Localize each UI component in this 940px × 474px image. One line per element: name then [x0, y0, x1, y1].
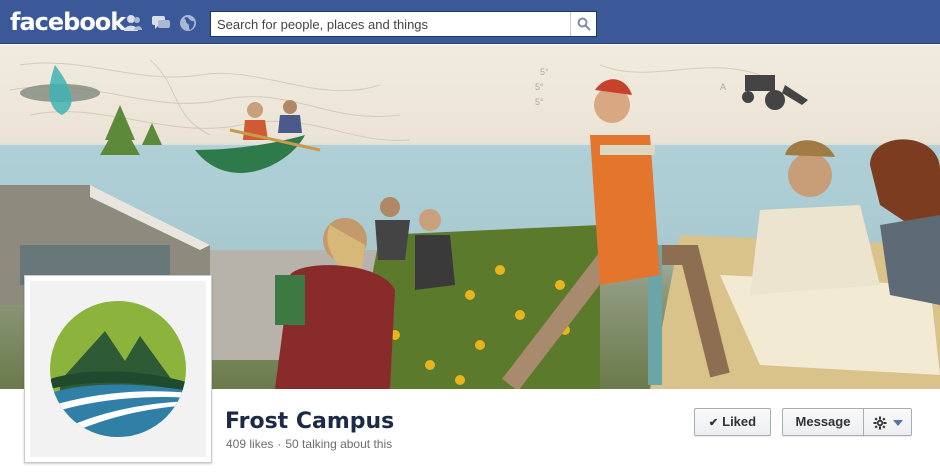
message-label: Message	[795, 414, 851, 429]
liked-label: Liked	[722, 414, 757, 429]
search-box	[210, 11, 597, 37]
gear-icon	[873, 416, 887, 430]
stats-separator: ·	[277, 437, 282, 451]
talking-about-count[interactable]: 50 talking about this	[285, 437, 392, 451]
page-stats: 409 likes · 50 talking about this	[226, 436, 392, 452]
message-button[interactable]: Message	[782, 408, 864, 436]
notifications-globe-icon[interactable]	[178, 14, 198, 32]
top-navigation-bar: facebook	[0, 0, 940, 44]
search-input[interactable]	[211, 12, 569, 36]
liked-button[interactable]: ✔ Liked	[694, 408, 771, 436]
checkmark-icon: ✔	[708, 417, 719, 429]
profile-picture[interactable]	[24, 275, 212, 463]
svg-text:5°: 5°	[535, 82, 544, 92]
facebook-logo[interactable]: facebook	[10, 8, 126, 36]
page-settings-dropdown[interactable]	[863, 408, 912, 436]
svg-text:5°: 5°	[535, 97, 544, 107]
svg-text:A: A	[720, 82, 726, 92]
likes-count[interactable]: 409 likes	[226, 437, 273, 451]
search-button[interactable]	[570, 12, 596, 36]
frost-campus-logo	[30, 281, 206, 457]
page-title[interactable]: Frost Campus	[225, 408, 394, 436]
caret-down-icon	[893, 420, 903, 426]
messages-icon[interactable]	[151, 14, 171, 32]
friend-requests-icon[interactable]	[123, 14, 143, 32]
svg-text:5°: 5°	[540, 67, 549, 77]
search-icon	[577, 17, 591, 31]
